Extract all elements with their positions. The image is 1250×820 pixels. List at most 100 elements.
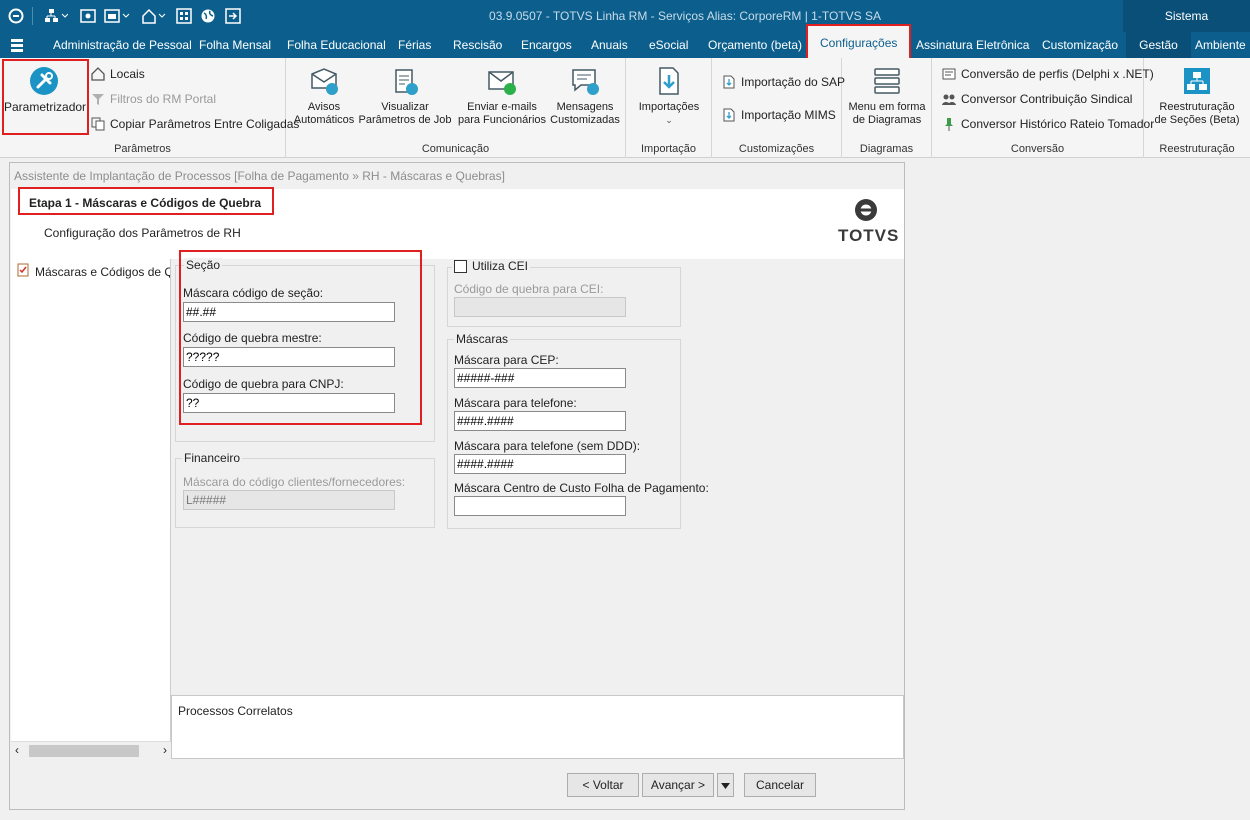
group-importacao: Importações ⌄ Importação [626, 58, 712, 158]
copiar-parametros-label: Copiar Parâmetros Entre Coligadas [110, 117, 300, 131]
parametrizador-button[interactable]: Parametrizador [4, 66, 87, 114]
file-import-icon [722, 75, 736, 89]
mascara-telefone-input[interactable] [454, 411, 626, 431]
conversor-sindical-button[interactable]: Conversor Contribuição Sindical [942, 90, 1132, 108]
tab-folha-mensal[interactable]: Folha Mensal [199, 32, 271, 58]
quebra-cei-input[interactable] [454, 297, 626, 317]
message-edit-icon [570, 66, 600, 96]
visualizar-parametros-job-button[interactable]: Visualizar Parâmetros de Job [358, 66, 452, 127]
locais-label: Locais [110, 67, 145, 81]
ribbon: Parametrizador Locais Filtros do RM Port… [0, 58, 1250, 158]
reestruturacao-label-1: Reestruturação [1159, 101, 1235, 113]
ribbon-toggle-icon[interactable] [10, 32, 24, 58]
tab-customizacao[interactable]: Customização [1042, 32, 1118, 58]
tree-item-mascaras[interactable]: Máscaras e Códigos de Quebra [16, 263, 170, 280]
group-customizacoes: Importação do SAP Importação MIMS Custom… [712, 58, 845, 158]
importacao-sap-button[interactable]: Importação do SAP [722, 73, 845, 91]
mensagens-customizadas-button[interactable]: Mensagens Customizadas [548, 66, 622, 127]
tab-esocial[interactable]: eSocial [649, 32, 688, 58]
mensagens-label-1: Mensagens [556, 101, 614, 113]
envelope-refresh-icon [309, 66, 339, 96]
mascara-centro-custo-input[interactable] [454, 496, 626, 516]
visualizar-label-2: Parâmetros de Job [358, 114, 452, 126]
tab-ambiente[interactable]: Ambiente [1195, 32, 1246, 58]
wizard-title: Assistente de Implantação de Processos [… [14, 169, 505, 183]
server-stack-icon [872, 66, 902, 96]
title-bar: 03.9.0507 - TOTVS Linha RM - Serviços Al… [0, 0, 1250, 32]
step-tree: Máscaras e Códigos de Quebra [11, 259, 171, 759]
cancel-button[interactable]: Cancelar [744, 773, 816, 797]
next-dropdown-button[interactable] [717, 773, 734, 797]
diagramas-label-1: Menu em forma [848, 101, 926, 113]
file-import-icon [654, 66, 684, 96]
back-button[interactable]: < Voltar [567, 773, 639, 797]
home-icon [91, 67, 105, 81]
chevron-down-icon: ⌄ [665, 115, 673, 125]
quebra-cei-label: Código de quebra para CEI: [454, 282, 604, 296]
window-title: 03.9.0507 - TOTVS Linha RM - Serviços Al… [489, 9, 881, 23]
tab-gestao[interactable]: Gestão [1126, 32, 1191, 58]
conversor-rateio-button[interactable]: Conversor Histórico Rateio Tomador [942, 115, 1154, 133]
parametrizador-label: Parametrizador [4, 100, 87, 114]
tab-anuais[interactable]: Anuais [591, 32, 628, 58]
totvs-logo-icon [855, 199, 877, 221]
cei-group: Utiliza CEI Código de quebra para CEI: [447, 259, 681, 327]
tab-orcamento[interactable]: Orçamento (beta) [708, 32, 802, 58]
menu-diagramas-button[interactable]: Menu em forma de Diagramas [844, 66, 930, 127]
copiar-parametros-button[interactable]: Copiar Parâmetros Entre Coligadas [91, 115, 299, 133]
tab-administracao-pessoal[interactable]: Administração de Pessoal [53, 32, 192, 58]
totvs-logo: TOTVS [838, 197, 898, 246]
next-button[interactable]: Avançar > [642, 773, 714, 797]
filtros-portal-button[interactable]: Filtros do RM Portal [91, 90, 216, 108]
processos-correlatos-label: Processos Correlatos [178, 704, 293, 718]
scroll-left-icon[interactable]: ‹ [15, 743, 19, 757]
tab-encargos[interactable]: Encargos [521, 32, 572, 58]
scroll-right-icon[interactable]: › [163, 743, 167, 757]
conversor-sindical-label: Conversor Contribuição Sindical [961, 92, 1133, 106]
cei-legend: Utiliza CEI [452, 259, 531, 273]
importacoes-button[interactable]: Importações ⌄ [634, 66, 704, 127]
conversao-perfis-label: Conversão de perfis (Delphi x .NET) [961, 67, 1154, 81]
group-conversao: Conversão de perfis (Delphi x .NET) Conv… [932, 58, 1154, 158]
system-menu[interactable]: Sistema [1123, 0, 1250, 32]
locais-button[interactable]: Locais [91, 65, 145, 83]
group-label-reestruturacao: Reestruturação [1159, 143, 1235, 155]
mascara-telefone-sem-ddd-label: Máscara para telefone (sem DDD): [454, 439, 641, 453]
processos-correlatos-panel: Processos Correlatos [171, 695, 904, 759]
importacao-sap-label: Importação do SAP [741, 75, 846, 89]
mascara-telefone-sem-ddd-input[interactable] [454, 454, 626, 474]
avisos-automaticos-button[interactable]: Avisos Automáticos [290, 66, 358, 127]
tab-ferias[interactable]: Férias [398, 32, 431, 58]
group-diagramas: Menu em forma de Diagramas Diagramas [842, 58, 932, 158]
pin-icon [942, 117, 956, 131]
convert-icon [942, 67, 956, 81]
mascara-centro-custo-label: Máscara Centro de Custo Folha de Pagamen… [454, 481, 709, 495]
tree-item-label: Máscaras e Códigos de Quebra [35, 264, 170, 279]
mascara-cep-input[interactable] [454, 368, 626, 388]
enviar-label-1: Enviar e-mails [467, 101, 537, 113]
filter-icon [91, 92, 105, 106]
mensagens-label-2: Customizadas [550, 114, 620, 126]
mascara-telefone-label: Máscara para telefone: [454, 396, 577, 410]
step-content: Seção Máscara código de seção: Código de… [172, 250, 904, 695]
tab-folha-educacional[interactable]: Folha Educacional [287, 32, 386, 58]
enviar-label-2: para Funcionários [457, 114, 547, 126]
importacao-mims-button[interactable]: Importação MIMS [722, 106, 836, 124]
mascara-clientes-label: Máscara do código clientes/fornecedores: [183, 475, 406, 489]
tree-horizontal-scrollbar[interactable]: ‹ › [11, 741, 171, 759]
tab-configuracoes[interactable]: Configurações [806, 24, 912, 62]
enviar-emails-button[interactable]: Enviar e-mails para Funcionários [456, 66, 548, 127]
tab-assinatura-eletronica[interactable]: Assinatura Eletrônica [916, 32, 1029, 58]
utiliza-cei-checkbox[interactable] [454, 259, 467, 273]
tab-rescisao[interactable]: Rescisão [453, 32, 502, 58]
scroll-thumb[interactable] [29, 745, 139, 757]
group-reestruturacao: Reestruturação de Seções (Beta) Reestrut… [1144, 58, 1250, 158]
group-label-customizacoes: Customizações [738, 143, 815, 155]
reestruturacao-secoes-button[interactable]: Reestruturação de Seções (Beta) [1148, 66, 1246, 127]
mascara-clientes-input[interactable] [183, 490, 395, 510]
financeiro-legend: Financeiro [182, 451, 243, 465]
group-comunicacao: Avisos Automáticos Visualizar Parâmetros… [286, 58, 626, 158]
conversao-perfis-button[interactable]: Conversão de perfis (Delphi x .NET) [942, 65, 1154, 83]
avisos-label-1: Avisos [307, 101, 341, 113]
clipboard-check-icon [390, 66, 420, 96]
